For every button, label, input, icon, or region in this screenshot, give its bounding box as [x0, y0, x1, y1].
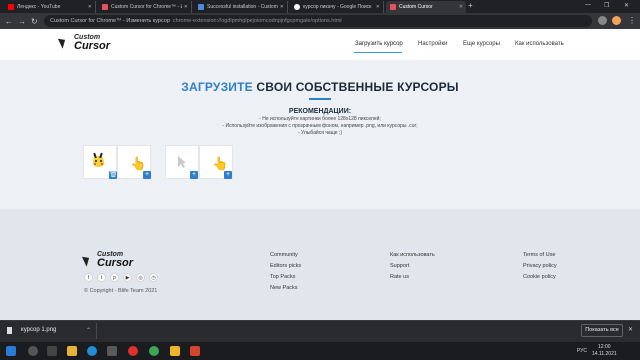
tab-title: курсор пикачу - Google Поиск	[303, 4, 372, 10]
minimize-icon[interactable]: —	[585, 2, 591, 8]
tab-successful-installation[interactable]: Successful installation - Custom ✕	[194, 1, 288, 13]
delete-cursor-button[interactable]: 🗑	[109, 171, 118, 179]
facebook-icon[interactable]: f	[84, 273, 93, 282]
forward-icon[interactable]: →	[18, 17, 26, 26]
footer-link-editors-picks[interactable]: Editors picks	[270, 263, 301, 269]
tab-custom-cursor[interactable]: Custom Cursor ✕	[386, 1, 466, 13]
reload-icon[interactable]: ↻	[31, 17, 38, 26]
title-divider	[309, 98, 331, 100]
title-rest: СВОИ СОБСТВЕННЫЕ КУРСОРЫ	[252, 80, 459, 94]
nav-more-cursors[interactable]: Еще курсоры	[463, 41, 500, 47]
show-all-button[interactable]: Показать все	[581, 324, 623, 337]
address-bar[interactable]: Custom Cursor for Chrome™ - Изменить кур…	[44, 15, 592, 27]
close-icon[interactable]: ✕	[459, 4, 463, 10]
footer-link-community[interactable]: Community	[270, 252, 298, 258]
recommendation-line: - Используйте изображения с прозрачным ф…	[222, 123, 418, 129]
copyright: © Copyright - Blife Team 2021	[84, 288, 158, 294]
nav-active-indicator	[354, 52, 402, 53]
recommendations-title: РЕКОМЕНДАЦИИ:	[288, 108, 352, 115]
tab-custom-cursor-store[interactable]: Custom Cursor for Chrome™ - И ✕	[98, 1, 192, 13]
tab-title: Successful installation - Custom	[207, 4, 278, 10]
title-accent: ЗАГРУЗИТЕ	[181, 80, 253, 94]
tab-title: Custom Cursor for Chrome™ - И	[111, 4, 182, 10]
new-tab-button[interactable]: +	[468, 1, 473, 10]
close-icon[interactable]: ✕	[88, 4, 92, 10]
download-item[interactable]: курсор 1.png	[21, 327, 56, 333]
tiktok-icon[interactable]: ◷	[149, 273, 158, 282]
add-cursor-button[interactable]: +	[224, 171, 232, 179]
custom-cursor-icon	[390, 4, 396, 10]
hand-cursor-icon: 👆	[130, 156, 147, 171]
task-view-icon[interactable]	[47, 346, 57, 356]
chevron-down-icon[interactable]: ⌃	[86, 327, 91, 334]
pikachu-cheek	[94, 163, 96, 165]
nav-upload-cursor[interactable]: Загрузить курсор	[355, 41, 403, 47]
youtube-icon[interactable]: ▶	[123, 273, 132, 282]
close-icon[interactable]: ✕	[184, 4, 188, 10]
url-text: chrome-extension://ogdlpmhglpejoiomcodnp…	[172, 18, 342, 24]
chrome-icon[interactable]	[149, 346, 159, 356]
pikachu-eye	[95, 160, 97, 162]
instagram-icon[interactable]: ◎	[136, 273, 145, 282]
site-name: Custom Cursor for Chrome™ - Изменить кур…	[50, 18, 170, 24]
logo-bottom[interactable]: Cursor	[74, 40, 110, 52]
footer-link-top-packs[interactable]: Top Packs	[270, 274, 295, 280]
tab-youtube[interactable]: Лендекс - YouTube ✕	[4, 1, 96, 13]
app-icon[interactable]	[190, 346, 200, 356]
file-explorer-icon[interactable]	[67, 346, 77, 356]
custom-cursor-icon	[102, 4, 108, 10]
tab-title: Custom Cursor	[399, 4, 433, 10]
pikachu-eye	[100, 160, 102, 162]
twitter-icon[interactable]: t	[97, 273, 106, 282]
footer-link-rate-us[interactable]: Rate us	[390, 274, 409, 280]
close-icon[interactable]: ✕	[376, 4, 380, 10]
language-indicator[interactable]: РУС	[577, 348, 587, 354]
avatar[interactable]	[612, 16, 621, 25]
recommendation-line: - Не используйте картинки более 128х128 …	[259, 116, 381, 122]
pinterest-icon[interactable]: p	[110, 273, 119, 282]
maximize-icon[interactable]: ❐	[604, 2, 609, 9]
search-icon[interactable]	[28, 346, 38, 356]
google-icon	[294, 4, 300, 10]
windows-start-icon[interactable]	[6, 346, 16, 356]
footer-link-cookie[interactable]: Cookie policy	[523, 274, 556, 280]
footer-link-how-to-use[interactable]: Как использовать	[390, 252, 435, 258]
extension-icon	[198, 4, 204, 10]
add-cursor-button[interactable]: +	[143, 171, 151, 179]
store-icon[interactable]	[107, 346, 117, 356]
youtube-icon	[8, 4, 14, 10]
footer-link-privacy[interactable]: Privacy policy	[523, 263, 557, 269]
clock-time[interactable]: 12:00	[598, 344, 611, 350]
arrow-cursor-icon	[178, 156, 186, 168]
footer-link-support[interactable]: Support	[390, 263, 409, 269]
close-window-icon[interactable]: ✕	[624, 2, 629, 9]
page-title: ЗАГРУЗИТЕ СВОИ СОБСТВЕННЫЕ КУРСОРЫ	[0, 80, 640, 94]
footer-link-new-packs[interactable]: New Packs	[270, 285, 298, 291]
edge-icon[interactable]	[87, 346, 97, 356]
menu-icon[interactable]: ⋮	[628, 16, 636, 25]
back-icon[interactable]: ←	[5, 17, 13, 26]
footer-logo-bottom[interactable]: Cursor	[97, 257, 133, 269]
close-icon[interactable]: ✕	[628, 326, 633, 333]
file-icon	[7, 327, 12, 334]
clock-date[interactable]: 14.11.2021	[592, 351, 617, 357]
app-icon[interactable]	[170, 346, 180, 356]
footer-link-terms[interactable]: Terms of Use	[523, 252, 555, 258]
opera-icon[interactable]	[128, 346, 138, 356]
pikachu-cheek	[101, 163, 103, 165]
hand-cursor-icon: 👆	[212, 156, 229, 171]
tab-title: Лендекс - YouTube	[17, 4, 61, 10]
extension-icon[interactable]	[598, 16, 607, 25]
tab-google-search[interactable]: курсор пикачу - Google Поиск ✕	[290, 1, 384, 13]
recommendation-line: - Улыбайся чаще ;)	[298, 130, 342, 136]
close-icon[interactable]: ✕	[280, 4, 284, 10]
divider	[96, 323, 97, 339]
nav-how-to-use[interactable]: Как использовать	[515, 41, 564, 47]
nav-settings[interactable]: Настройки	[418, 41, 447, 47]
add-cursor-button[interactable]: +	[190, 171, 198, 179]
